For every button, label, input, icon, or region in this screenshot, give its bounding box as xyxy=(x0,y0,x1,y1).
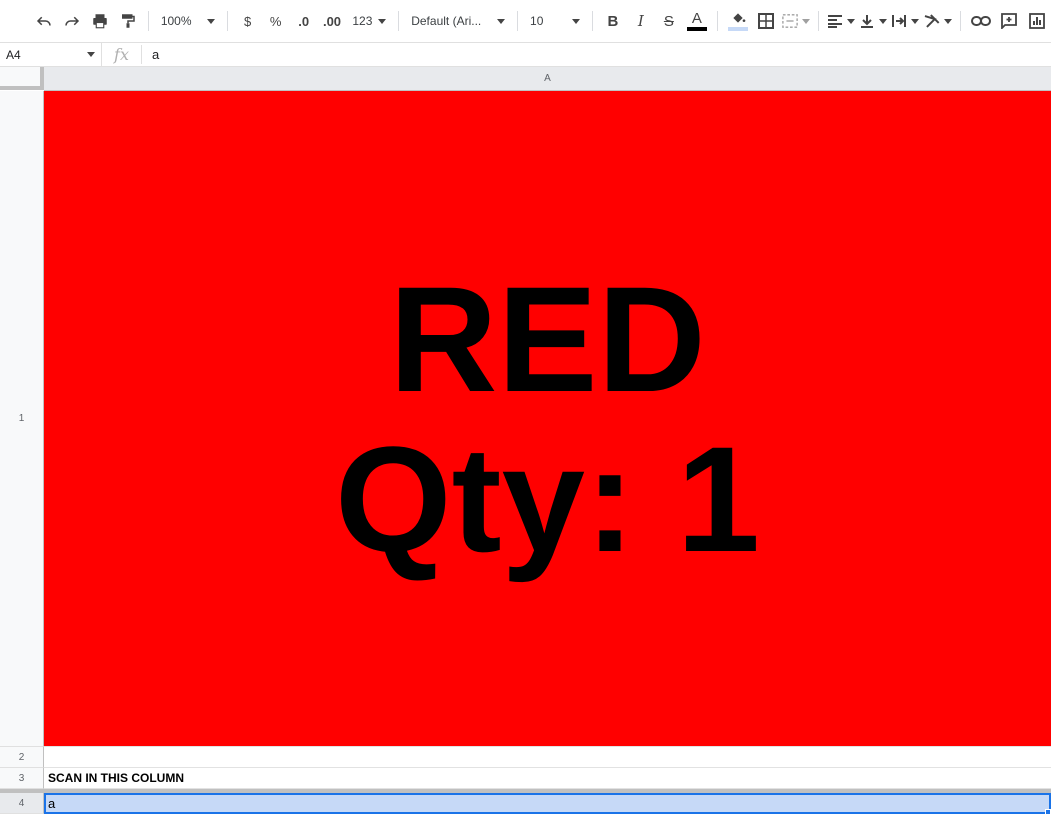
chevron-down-icon xyxy=(572,18,581,24)
cell-reference: A4 xyxy=(6,47,21,62)
cell-a1-line-2: Qty: 1 xyxy=(334,414,761,583)
row-header-1[interactable]: 1 xyxy=(0,91,44,747)
row-header-4[interactable]: 4 xyxy=(0,793,44,814)
row-header-2[interactable]: 2 xyxy=(0,747,44,768)
increase-decimal-button[interactable]: .00 xyxy=(320,7,345,35)
text-color-bar xyxy=(686,27,707,31)
text-wrap-icon[interactable] xyxy=(891,7,919,35)
borders-icon[interactable] xyxy=(754,7,778,35)
chevron-down-icon xyxy=(878,18,887,24)
row-header-3[interactable]: 3 xyxy=(0,768,44,789)
decrease-decimal-button[interactable]: .0 xyxy=(292,7,316,35)
chevron-down-icon xyxy=(846,18,855,24)
font-dropdown[interactable]: Default (Ari... xyxy=(405,7,511,35)
chevron-down-icon xyxy=(378,18,387,24)
divider xyxy=(148,11,149,31)
percent-button[interactable]: % xyxy=(264,7,288,35)
more-formats-dropdown[interactable]: 123 xyxy=(346,7,392,35)
toolbar: 100% $ % .0 .00 123 Default (Ari... 10 B… xyxy=(0,0,1051,43)
font-label: Default (Ari... xyxy=(411,14,482,28)
chevron-down-icon xyxy=(206,18,215,24)
text-color-letter: A xyxy=(691,10,702,27)
vertical-align-icon[interactable] xyxy=(859,7,887,35)
chevron-down-icon xyxy=(801,18,810,24)
currency-button[interactable]: $ xyxy=(236,7,260,35)
more-formats-label: 123 xyxy=(352,14,373,28)
cell-a3[interactable]: SCAN IN THIS COLUMN xyxy=(44,768,1051,789)
function-icon: fx xyxy=(102,45,142,64)
italic-button[interactable]: I xyxy=(629,7,653,35)
text-rotation-icon[interactable] xyxy=(923,7,953,35)
divider xyxy=(226,11,228,31)
zoom-value: 100% xyxy=(160,14,192,28)
chevron-down-icon xyxy=(497,18,506,24)
divider xyxy=(592,11,593,31)
name-box[interactable]: A4 xyxy=(0,42,102,67)
cell-a1[interactable]: RED Qty: 1 xyxy=(44,91,1051,747)
font-size-value: 10 xyxy=(530,14,544,28)
paint-format-icon[interactable] xyxy=(116,7,140,35)
chevron-down-icon xyxy=(910,18,919,24)
strikethrough-button[interactable]: S xyxy=(657,7,681,35)
bold-button[interactable]: B xyxy=(601,7,625,35)
column-header-a[interactable]: A xyxy=(44,67,1051,91)
zoom-dropdown[interactable]: 100% xyxy=(155,7,221,35)
font-size-dropdown[interactable]: 10 xyxy=(524,7,586,35)
chart-icon[interactable] xyxy=(1025,7,1049,35)
horizontal-align-icon[interactable] xyxy=(827,7,855,35)
formula-input[interactable]: a xyxy=(142,47,159,62)
cell-a2[interactable] xyxy=(44,747,1051,768)
fill-handle[interactable] xyxy=(1045,809,1051,815)
divider xyxy=(817,11,819,31)
divider xyxy=(517,11,519,31)
chevron-down-icon xyxy=(944,18,953,24)
link-icon[interactable] xyxy=(969,7,993,35)
cell-a1-line-1: RED xyxy=(389,254,706,423)
text-color-button[interactable]: A xyxy=(685,7,709,35)
divider xyxy=(960,11,962,31)
redo-icon[interactable] xyxy=(60,7,84,35)
chevron-down-icon xyxy=(87,52,95,57)
undo-icon[interactable] xyxy=(32,7,56,35)
print-icon[interactable] xyxy=(88,7,112,35)
merge-cells-icon[interactable] xyxy=(781,7,810,35)
cell-a4-selected[interactable]: a xyxy=(44,793,1051,814)
fill-color-bar xyxy=(727,27,748,31)
divider xyxy=(398,11,400,31)
formula-bar: A4 fx a xyxy=(0,42,1051,67)
comment-icon[interactable] xyxy=(997,7,1021,35)
fill-color-icon[interactable] xyxy=(726,7,750,35)
divider xyxy=(716,11,718,31)
select-all-corner[interactable] xyxy=(0,67,44,90)
